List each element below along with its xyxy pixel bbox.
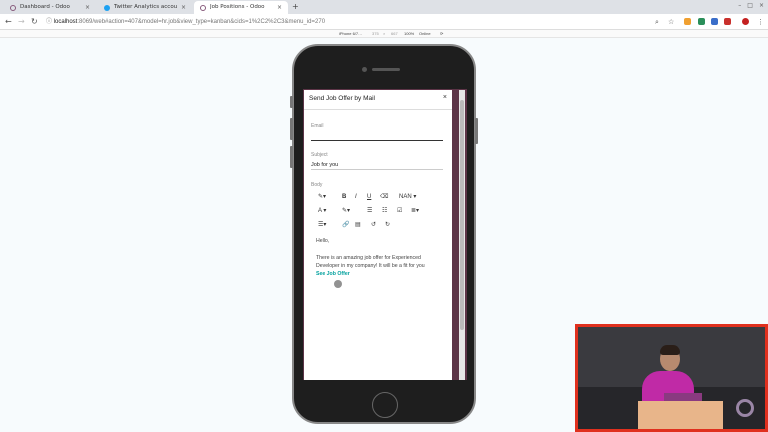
- style-dropdown[interactable]: ✎▾: [318, 191, 326, 203]
- phone-home-button: [372, 392, 398, 418]
- email-field[interactable]: [311, 131, 443, 141]
- phone-side-button: [290, 118, 293, 140]
- tab-dashboard[interactable]: Dashboard - Odoo ×: [4, 1, 96, 14]
- browser-tab-strip: Dashboard - Odoo × Twitter Analytics acc…: [0, 0, 768, 14]
- redo-icon[interactable]: ↻: [385, 219, 390, 231]
- device-height[interactable]: 667: [391, 31, 398, 37]
- editor-toolbar-row-2: A ▾ ✎▾ ☰ ☷ ☑ ≣▾: [314, 205, 444, 217]
- mouse-cursor: [334, 280, 342, 288]
- bold-button[interactable]: B: [342, 191, 346, 203]
- see-job-offer-link[interactable]: See Job Offer: [316, 271, 350, 277]
- phone-speaker: [372, 68, 400, 71]
- extension-icon[interactable]: [684, 18, 691, 25]
- odoo-icon: [10, 4, 16, 11]
- highlight-dropdown[interactable]: ✎▾: [342, 205, 350, 217]
- minimize-icon[interactable]: –: [738, 0, 741, 12]
- throttle-select[interactable]: Online: [419, 31, 431, 37]
- phone-camera: [362, 67, 367, 72]
- phone-side-button: [475, 118, 478, 144]
- close-window-icon[interactable]: ×: [759, 0, 764, 12]
- close-icon[interactable]: ×: [443, 94, 447, 101]
- back-icon[interactable]: ←: [5, 16, 12, 28]
- address-bar: ← → ↻ ⓘ localhost:8069/web#action=407&mo…: [0, 14, 768, 30]
- subject-label: Subject: [311, 152, 328, 158]
- odoo-icon: [200, 4, 206, 11]
- extension-icon[interactable]: [724, 18, 731, 25]
- odoo-logo-icon: [736, 399, 754, 417]
- close-tab-icon[interactable]: ×: [277, 1, 282, 14]
- checklist-icon[interactable]: ☑: [397, 205, 402, 217]
- tab-twitter[interactable]: Twitter Analytics account ov… ×: [98, 1, 192, 14]
- phone-side-button: [290, 146, 293, 168]
- link-icon[interactable]: 🔗: [342, 219, 349, 231]
- tab-title: Job Positions - Odoo: [210, 4, 265, 10]
- undo-icon[interactable]: ↺: [371, 219, 376, 231]
- editor-toolbar-row-1: ✎▾ B I U ⌫ NAN ▾: [314, 191, 444, 203]
- dimension-separator: ×: [383, 31, 386, 36]
- podium: [638, 401, 723, 429]
- table-dropdown[interactable]: ☰▾: [318, 219, 326, 231]
- italic-button[interactable]: I: [355, 191, 357, 203]
- twitter-icon: [104, 4, 110, 11]
- extension-icon[interactable]: [711, 18, 718, 25]
- device-toolbar: iPhone 6/7… 375 × 667 100% Online ⟳: [0, 30, 768, 38]
- body-message[interactable]: There is an amazing job offer for Experi…: [316, 254, 442, 270]
- underline-button[interactable]: U: [367, 191, 371, 203]
- extension-icon[interactable]: [698, 18, 705, 25]
- menu-icon[interactable]: ⋮: [757, 16, 764, 28]
- send-job-offer-dialog: Send Job Offer by Mail × Email Subject J…: [304, 90, 452, 380]
- phone-side-button: [290, 96, 293, 108]
- bullet-list-icon[interactable]: ☰: [367, 205, 372, 217]
- url-path: :8069/web#action=407&model=hr.job&view_t…: [77, 19, 326, 25]
- font-color-dropdown[interactable]: A ▾: [318, 205, 326, 217]
- device-width[interactable]: 375: [372, 31, 379, 37]
- profile-avatar[interactable]: [742, 18, 749, 25]
- editor-toolbar-row-3: ☰▾ 🔗 ▤ ↺ ↻: [314, 219, 444, 231]
- close-tab-icon[interactable]: ×: [181, 1, 186, 14]
- maximize-icon[interactable]: □: [747, 0, 753, 12]
- tab-title: Twitter Analytics account ov…: [114, 4, 177, 10]
- rotate-icon[interactable]: ⟳: [440, 31, 443, 37]
- subject-field[interactable]: Job for you: [311, 160, 443, 170]
- numbered-list-icon[interactable]: ☷: [382, 205, 387, 217]
- font-size-dropdown[interactable]: NAN ▾: [399, 191, 416, 203]
- url-field[interactable]: ⓘ localhost:8069/web#action=407&model=hr…: [46, 16, 646, 28]
- window-controls: – □ ×: [738, 0, 764, 12]
- close-tab-icon[interactable]: ×: [85, 1, 90, 14]
- align-dropdown[interactable]: ≣▾: [411, 205, 419, 217]
- tab-job-positions[interactable]: Job Positions - Odoo ×: [194, 1, 288, 14]
- new-tab-button[interactable]: +: [292, 1, 299, 13]
- eraser-icon[interactable]: ⌫: [380, 191, 388, 203]
- device-select[interactable]: iPhone 6/7…: [339, 31, 362, 37]
- dialog-title: Send Job Offer by Mail: [309, 95, 375, 102]
- body-greeting[interactable]: Hello,: [316, 237, 442, 245]
- email-label: Email: [311, 123, 324, 129]
- info-icon: ⓘ: [46, 19, 54, 25]
- dialog-scrollbar[interactable]: [459, 90, 465, 380]
- body-label: Body: [311, 182, 323, 188]
- zoom-select[interactable]: 100%: [404, 31, 414, 37]
- speaker-hair: [660, 345, 680, 355]
- forward-icon[interactable]: →: [18, 16, 25, 28]
- file-icon[interactable]: ▤: [355, 219, 361, 231]
- dialog-header: Send Job Offer by Mail ×: [304, 90, 452, 110]
- webcam-overlay: [575, 324, 768, 432]
- tab-title: Dashboard - Odoo: [20, 4, 70, 10]
- scrollbar-thumb[interactable]: [460, 100, 464, 330]
- url-host: localhost: [53, 19, 78, 25]
- zoom-icon[interactable]: ⌕: [655, 16, 659, 28]
- reload-icon[interactable]: ↻: [31, 16, 38, 28]
- bookmark-star-icon[interactable]: ☆: [668, 16, 674, 28]
